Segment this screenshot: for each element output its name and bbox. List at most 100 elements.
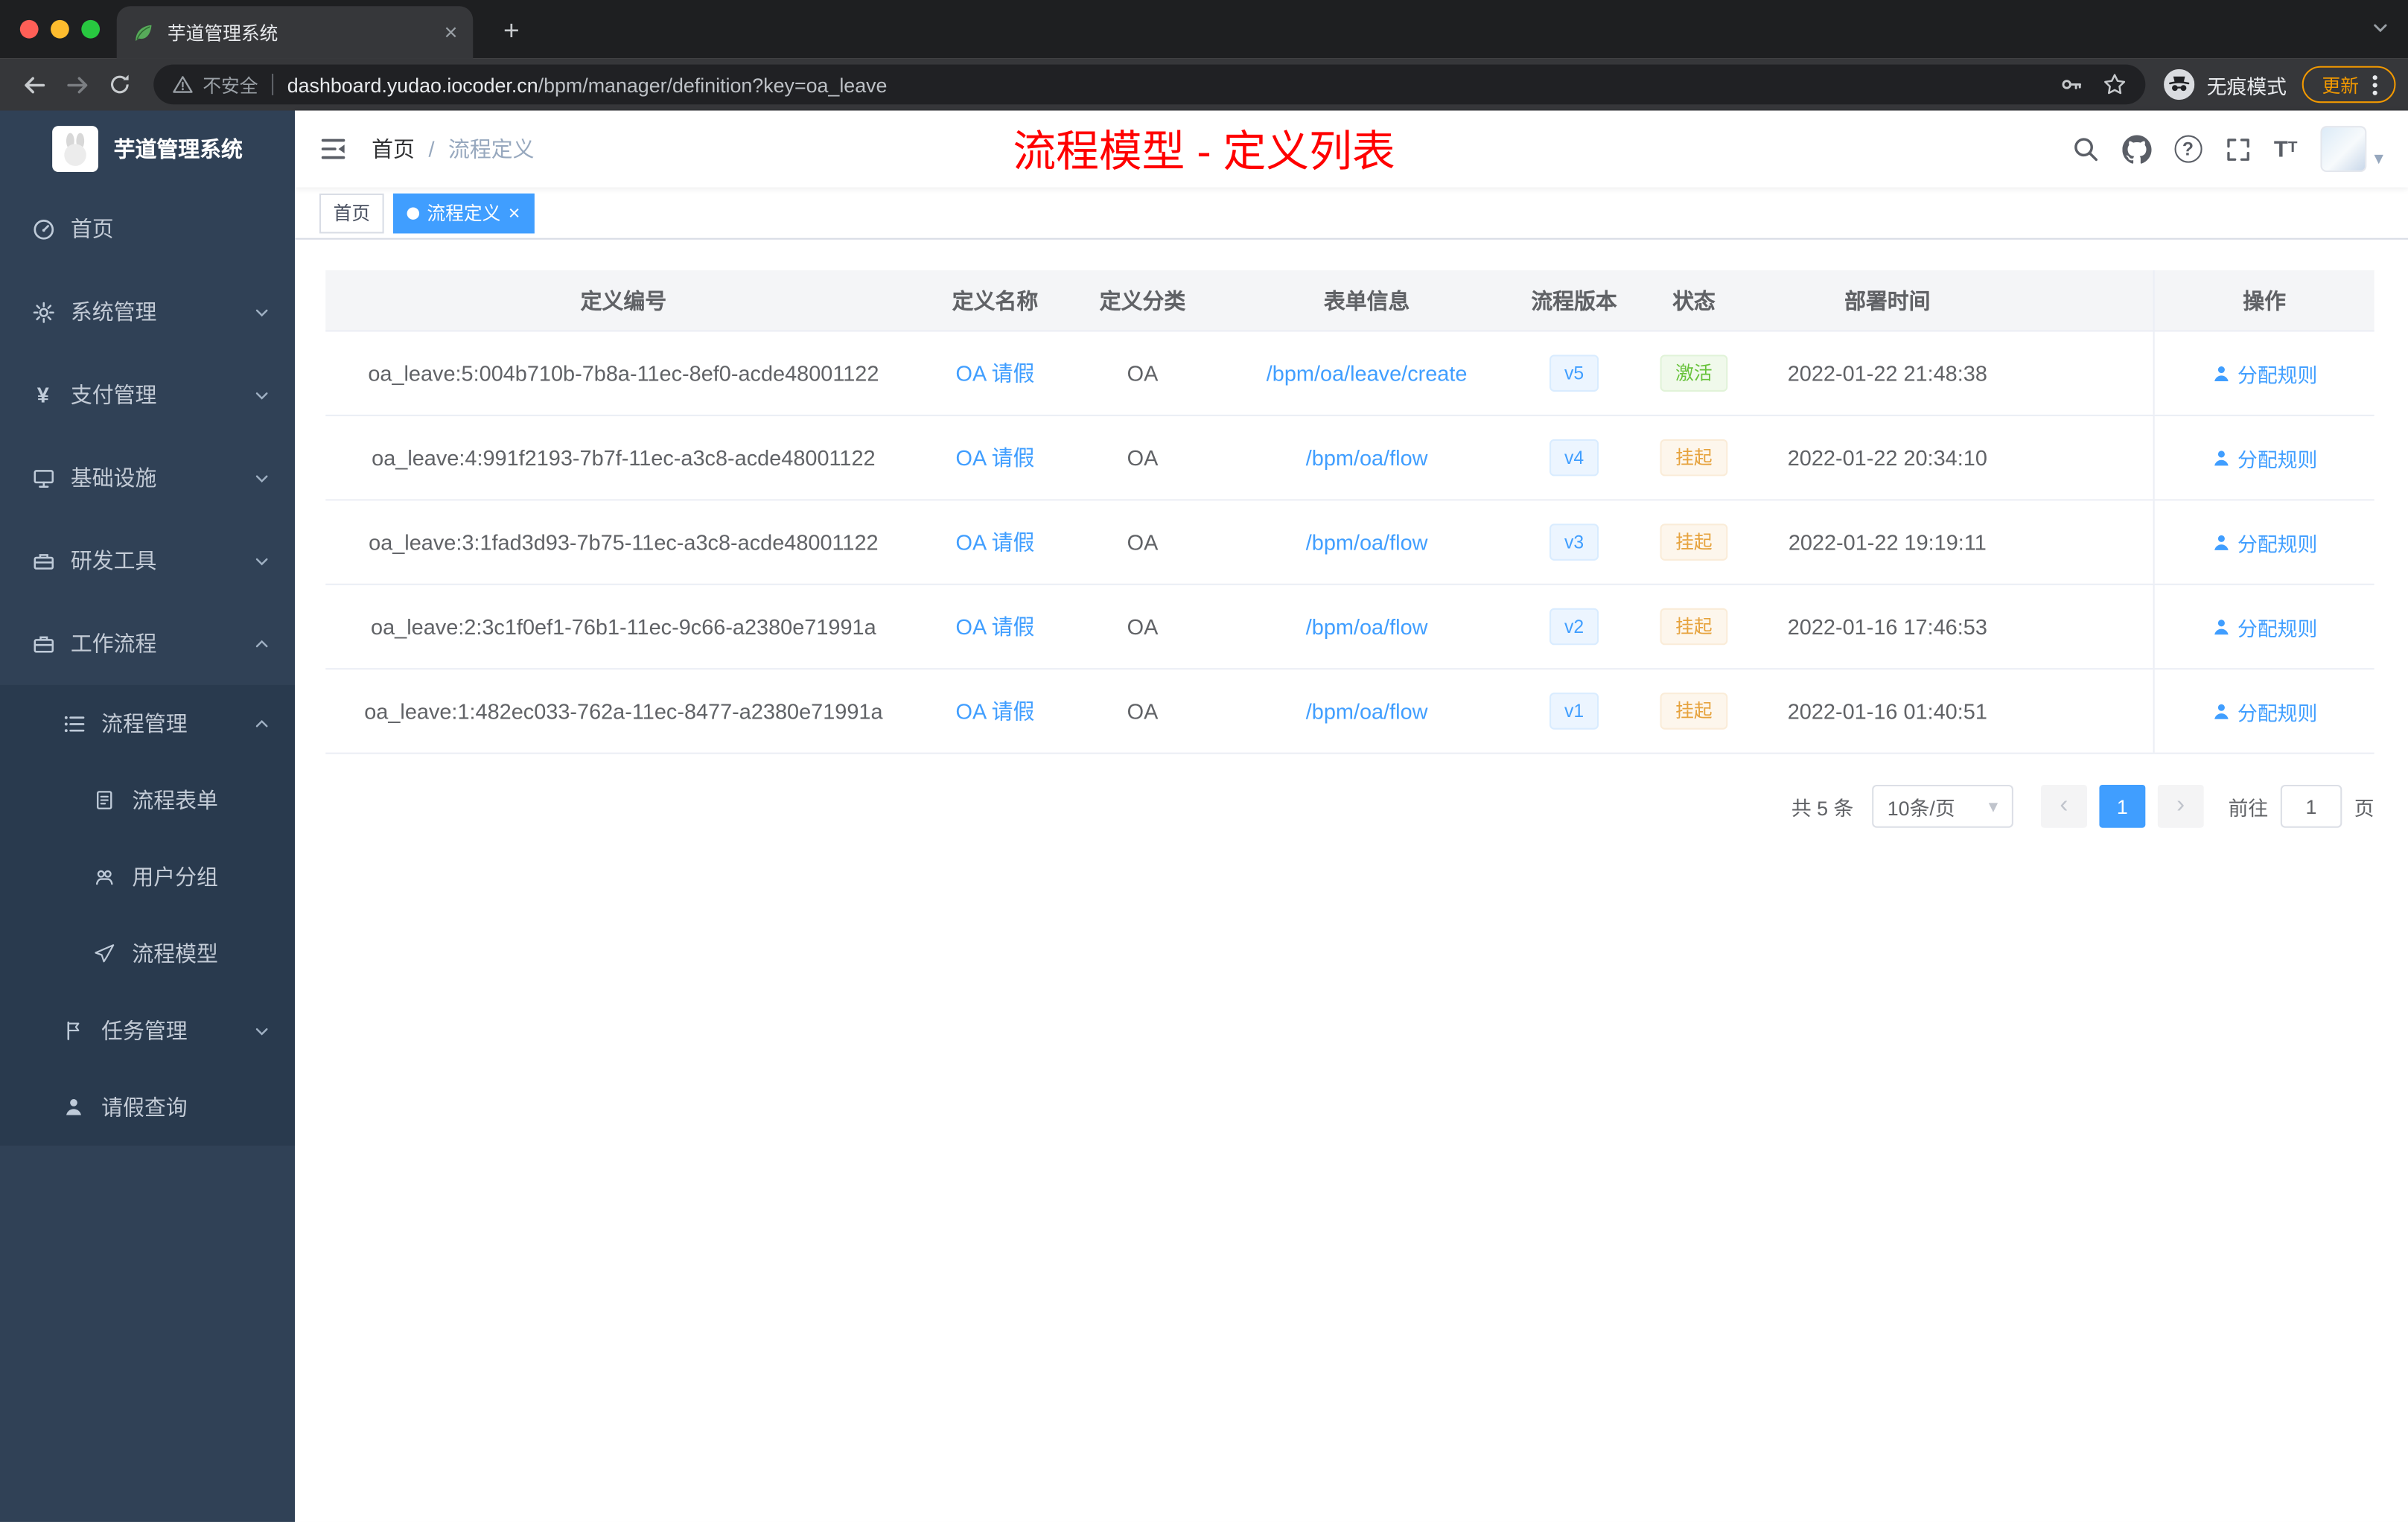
browser-update-button[interactable]: 更新 — [2302, 66, 2396, 104]
browser-tab[interactable]: 芋道管理系统 × — [116, 6, 474, 59]
tab-search-icon[interactable] — [2372, 19, 2390, 37]
reload-button[interactable] — [98, 63, 141, 106]
page-number-button[interactable]: 1 — [2099, 784, 2146, 828]
back-button[interactable] — [13, 63, 56, 106]
col-header: 状态 — [1672, 287, 1716, 313]
sidebar-item-task-management[interactable]: 任务管理 — [0, 992, 295, 1069]
security-warning-icon[interactable] — [172, 74, 194, 95]
sidebar-collapse-icon[interactable] — [319, 136, 347, 163]
browser-menu-icon[interactable] — [2372, 82, 2377, 87]
definition-name-link[interactable]: OA 请假 — [956, 442, 1035, 473]
page-content: 定义编号 定义名称 定义分类 表单信息 流程版本 状态 部署时间 操作 oa_l… — [295, 240, 2408, 1522]
window-close-button[interactable] — [19, 19, 39, 39]
status-badge[interactable]: 挂起 — [1660, 439, 1728, 477]
col-header: 流程版本 — [1531, 287, 1617, 313]
sidebar-item-devtools[interactable]: 研发工具 — [0, 519, 295, 602]
chevron-down-icon — [253, 469, 270, 486]
status-badge[interactable]: 挂起 — [1660, 692, 1728, 730]
assign-rule-button[interactable]: 分配规则 — [2211, 696, 2317, 725]
sidebar-item-leave-query[interactable]: 请假查询 — [0, 1069, 295, 1146]
search-icon[interactable] — [2071, 136, 2099, 163]
assign-rule-button[interactable]: 分配规则 — [2211, 359, 2317, 388]
yen-icon: ¥ — [36, 382, 49, 407]
version-tag[interactable]: v1 — [1549, 692, 1599, 730]
goto-unit: 页 — [2354, 796, 2374, 820]
chevron-down-icon — [253, 386, 270, 404]
tag-process-definition[interactable]: 流程定义 × — [393, 192, 534, 233]
table-row: oa_leave:1:482ec033-762a-11ec-8477-a2380… — [325, 669, 2374, 754]
window-minimize-button[interactable] — [51, 19, 69, 39]
version-tag[interactable]: v4 — [1549, 439, 1599, 477]
sidebar-item-workflow[interactable]: 工作流程 — [0, 602, 295, 685]
sidebar-item-payment[interactable]: ¥ 支付管理 — [0, 353, 295, 436]
address-bar[interactable]: 不安全 dashboard.yudao.iocoder.cn /bpm/mana… — [153, 64, 2146, 105]
definition-table: 定义编号 定义名称 定义分类 表单信息 流程版本 状态 部署时间 操作 oa_l… — [325, 270, 2374, 754]
help-icon[interactable]: ? — [2173, 135, 2202, 163]
sidebar-item-system[interactable]: 系统管理 — [0, 270, 295, 353]
avatar[interactable] — [2320, 126, 2367, 172]
form-link[interactable]: /bpm/oa/flow — [1306, 614, 1428, 639]
definition-name-link[interactable]: OA 请假 — [956, 358, 1035, 389]
browser-toolbar: 不安全 dashboard.yudao.iocoder.cn /bpm/mana… — [0, 58, 2408, 111]
version-tag[interactable]: v2 — [1549, 608, 1599, 646]
tab-close-icon[interactable]: × — [445, 19, 458, 45]
table-header-row: 定义编号 定义名称 定义分类 表单信息 流程版本 状态 部署时间 操作 — [325, 270, 2374, 332]
tag-close-icon[interactable]: × — [509, 201, 520, 224]
form-link[interactable]: /bpm/oa/leave/create — [1267, 361, 1468, 386]
col-header: 定义编号 — [580, 287, 667, 313]
toolbox-icon — [31, 549, 55, 572]
security-label[interactable]: 不安全 — [203, 71, 258, 98]
sidebar-item-user-group[interactable]: 用户分组 — [0, 838, 295, 915]
assign-rule-button[interactable]: 分配规则 — [2211, 612, 2317, 641]
page-size-select[interactable]: 10条/页 ▾ — [1872, 784, 2013, 828]
new-tab-button[interactable]: + — [491, 10, 532, 51]
status-badge[interactable]: 挂起 — [1660, 523, 1728, 561]
version-tag[interactable]: v5 — [1549, 354, 1599, 392]
next-page-button[interactable]: › — [2157, 784, 2204, 828]
assign-rule-button[interactable]: 分配规则 — [2211, 527, 2317, 556]
active-dot — [407, 206, 420, 219]
fullscreen-icon[interactable] — [2225, 136, 2251, 162]
password-key-icon[interactable] — [2060, 72, 2084, 97]
omnibox-divider — [272, 74, 274, 95]
status-badge[interactable]: 激活 — [1660, 354, 1728, 392]
incognito-badge: 无痕模式 — [2163, 69, 2287, 101]
chevron-down-icon — [253, 552, 270, 569]
form-link[interactable]: /bpm/oa/flow — [1306, 445, 1428, 470]
form-link[interactable]: /bpm/oa/flow — [1306, 530, 1428, 555]
font-size-icon[interactable]: TT — [2274, 138, 2298, 161]
window-zoom-button[interactable] — [81, 19, 101, 39]
tag-home[interactable]: 首页 — [319, 192, 384, 233]
definition-name-link[interactable]: OA 请假 — [956, 526, 1035, 557]
sidebar-item-home[interactable]: 首页 — [0, 188, 295, 270]
person-icon — [62, 1097, 86, 1118]
bookmark-star-icon[interactable] — [2102, 72, 2127, 97]
version-tag[interactable]: v3 — [1549, 523, 1599, 561]
definition-name-link[interactable]: OA 请假 — [956, 695, 1035, 726]
col-header: 部署时间 — [1844, 287, 1931, 313]
page-goto-input[interactable] — [2280, 784, 2342, 828]
cell-deploy-time: 2022-01-16 01:40:51 — [1787, 698, 1987, 724]
status-badge[interactable]: 挂起 — [1660, 608, 1728, 646]
sidebar-item-process-form[interactable]: 流程表单 — [0, 762, 295, 838]
monitor-icon — [31, 466, 55, 489]
github-icon[interactable] — [2121, 134, 2151, 163]
breadcrumb-home[interactable]: 首页 — [372, 133, 415, 164]
caret-down-icon: ▾ — [2374, 147, 2383, 169]
assign-rule-button[interactable]: 分配规则 — [2211, 443, 2317, 472]
user-menu[interactable]: ▾ — [2320, 126, 2383, 172]
update-label: 更新 — [2322, 74, 2359, 96]
sidebar-item-process-management[interactable]: 流程管理 — [0, 685, 295, 762]
paper-plane-icon — [92, 943, 117, 964]
workflow-submenu: 流程管理 流程表单 用户分组 流程模型 任务管理 请假查询 — [0, 684, 295, 1146]
form-link[interactable]: /bpm/oa/flow — [1306, 698, 1428, 723]
sidebar-item-infrastructure[interactable]: 基础设施 — [0, 436, 295, 519]
chevron-down-icon — [253, 303, 270, 320]
definition-name-link[interactable]: OA 请假 — [956, 611, 1035, 642]
cell-definition-id: oa_leave:5:004b710b-7b8a-11ec-8ef0-acde4… — [368, 360, 879, 386]
col-header: 定义分类 — [1099, 287, 1186, 313]
sidebar-item-process-model[interactable]: 流程模型 — [0, 915, 295, 992]
prev-page-button[interactable]: ‹ — [2040, 784, 2087, 828]
breadcrumb-separator: / — [428, 136, 435, 162]
forward-button[interactable] — [55, 63, 98, 106]
